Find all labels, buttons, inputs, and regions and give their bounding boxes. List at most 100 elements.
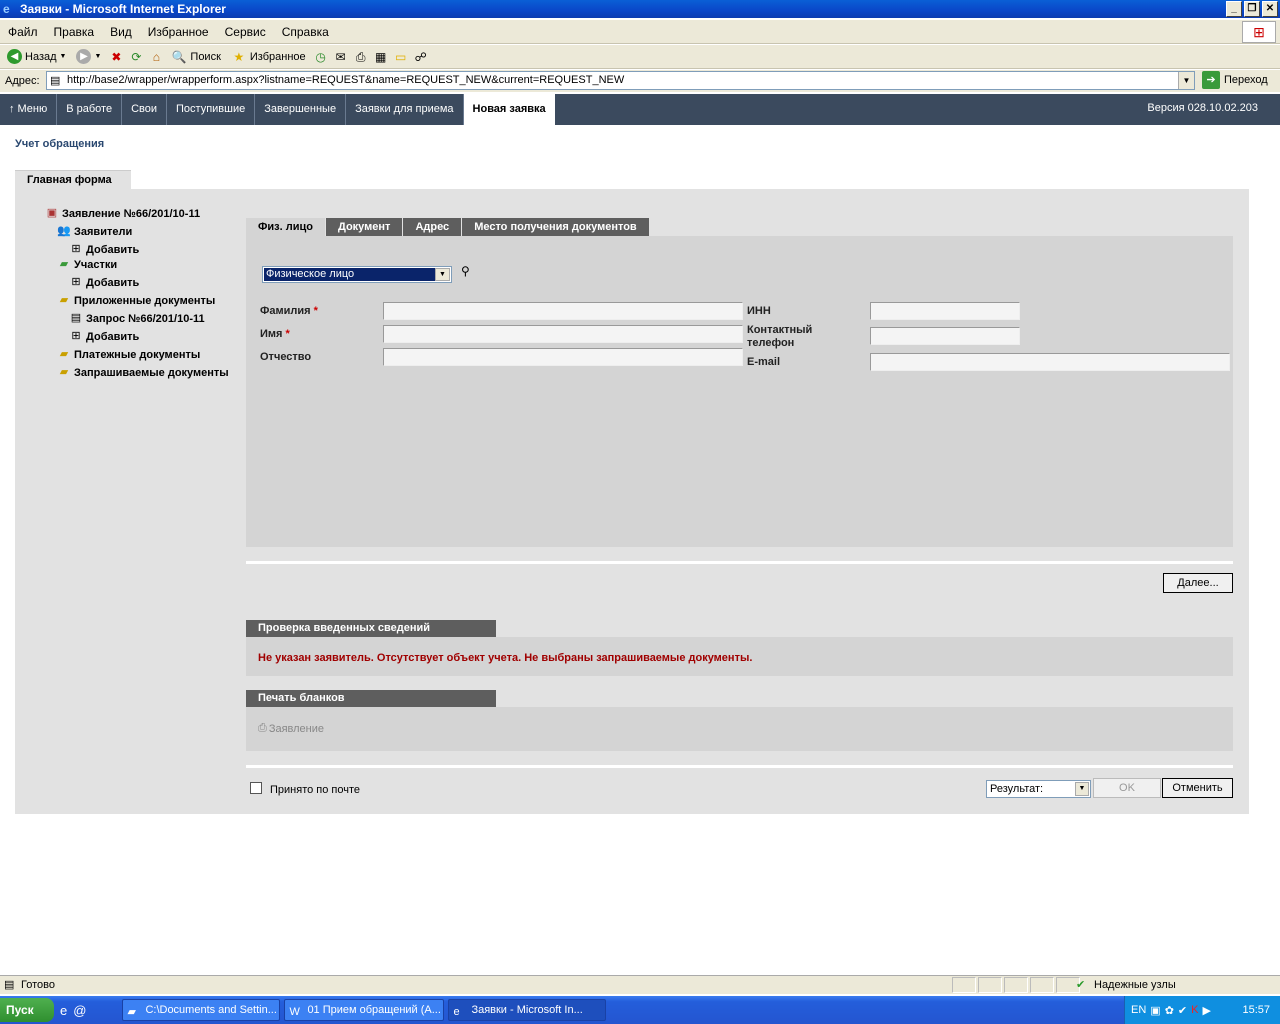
tree-parcels[interactable]: ▰ Участки [56, 258, 117, 271]
nav-in-work[interactable]: В работе [57, 94, 123, 125]
patronymic-input[interactable] [383, 348, 743, 366]
tree-request-doc[interactable]: ▤ Запрос №66/201/10-11 [68, 312, 205, 325]
tray-app-icon[interactable]: ✿ [1165, 1004, 1174, 1017]
go-button[interactable]: ➔ Переход [1202, 71, 1268, 89]
tree-add-parcel[interactable]: ⊞ Добавить [68, 276, 139, 289]
form-tabs: Физ. лицо Документ Адрес Место получения… [246, 218, 650, 237]
menu-tools[interactable]: Сервис [217, 20, 274, 44]
cancel-button[interactable]: Отменить [1162, 778, 1233, 798]
print-application-link[interactable]: ⎙ Заявление [258, 722, 324, 735]
chevron-down-icon: ▼ [1075, 782, 1089, 796]
go-arrow-icon: ➔ [1202, 71, 1220, 89]
menu-favorites[interactable]: Избранное [140, 20, 217, 44]
maximize-button[interactable]: ❐ [1244, 1, 1260, 17]
safely-remove-icon[interactable]: ✔ [1178, 1004, 1187, 1017]
print-section-title: Печать бланков [246, 690, 496, 707]
nav-completed[interactable]: Завершенные [255, 94, 347, 125]
add-icon: ⊞ [71, 330, 81, 342]
nav-own[interactable]: Свои [122, 94, 168, 125]
messenger-icon[interactable]: ☍ [413, 49, 429, 65]
status-text: Готово [21, 979, 55, 991]
forward-arrow-icon: ▶ [76, 49, 92, 64]
result-select[interactable]: Результат: ▼ [986, 780, 1091, 798]
menu-bar: Файл Правка Вид Избранное Сервис Справка [0, 20, 1280, 44]
name-label: Имя * [260, 328, 290, 340]
nav-new-request[interactable]: Новая заявка [463, 94, 555, 125]
windows-logo-icon: ⊞ [1242, 21, 1276, 43]
magnifier-icon[interactable]: ⚲ [461, 264, 470, 278]
nav-menu[interactable]: ↑ Меню [0, 94, 58, 125]
surname-input[interactable] [383, 302, 743, 320]
home-icon[interactable]: ⌂ [148, 49, 164, 65]
email-input[interactable] [870, 353, 1230, 371]
menu-file[interactable]: Файл [0, 20, 46, 44]
tab-individual[interactable]: Физ. лицо [246, 218, 325, 237]
task-explorer[interactable]: ▰ C:\Documents and Settin... [122, 999, 281, 1021]
person-type-value: Физическое лицо [264, 268, 436, 281]
nav-for-reception[interactable]: Заявки для приема [346, 94, 464, 125]
minimize-button[interactable]: _ [1226, 1, 1242, 17]
menu-edit[interactable]: Правка [46, 20, 103, 44]
people-icon: 👥 [57, 225, 71, 237]
page-icon: ▤ [50, 75, 61, 87]
taskbar: Пуск e @ ▰ C:\Documents and Settin... W 01… [0, 996, 1280, 1024]
forward-button[interactable]: ▶ ▼ [73, 49, 104, 64]
vertical-scrollbar[interactable] [1264, 125, 1280, 973]
tree-requested-docs[interactable]: ▰ Запрашиваемые документы [56, 366, 229, 379]
tab-document[interactable]: Документ [325, 218, 403, 236]
window-titlebar: e Заявки - Microsoft Internet Explorer _… [0, 0, 1280, 18]
browser-toolbar: ◀ Назад ▼ ▶ ▼ ✖ ⟳ ⌂ 🔍 Поиск ★ Избранное ◷ ✉ ⎙… [0, 45, 1280, 69]
folder-icon: ▰ [59, 294, 69, 306]
tab-delivery-place[interactable]: Место получения документов [462, 218, 649, 236]
task-word[interactable]: W 01 Прием обращений (А... [284, 999, 445, 1021]
refresh-icon[interactable]: ⟳ [128, 49, 144, 65]
menu-help[interactable]: Справка [274, 20, 337, 44]
mail-icon[interactable]: ✉ [333, 49, 349, 65]
tree-applicants[interactable]: 👥 Заявители [56, 225, 132, 238]
discuss-icon[interactable]: ▭ [393, 49, 409, 65]
name-input[interactable] [383, 325, 743, 343]
task-ie[interactable]: e Заявки - Microsoft In... [448, 999, 607, 1021]
version-label: Версия 028.10.02.203 [1147, 102, 1258, 114]
tree-add-doc[interactable]: ⊞ Добавить [68, 330, 139, 343]
tree-root[interactable]: ▣ Заявление №66/201/10-11 [44, 207, 200, 220]
ok-button[interactable]: OK [1093, 778, 1161, 798]
next-button[interactable]: Далее... [1163, 573, 1233, 593]
favorites-button[interactable]: ★ Избранное [228, 49, 309, 65]
edit-icon[interactable]: ▦ [373, 49, 389, 65]
status-bar: ▤ Готово ✔ Надежные узлы [0, 975, 1280, 994]
close-button[interactable]: ✕ [1262, 1, 1278, 17]
address-dropdown-icon[interactable]: ▼ [1178, 72, 1194, 89]
menu-view[interactable]: Вид [102, 20, 140, 44]
phone-input[interactable] [870, 327, 1020, 345]
validation-message: Не указан заявитель. Отсутствует объект … [258, 652, 753, 664]
back-button[interactable]: ◀ Назад ▼ [4, 49, 69, 64]
ie-quicklaunch-icon[interactable]: e [60, 1003, 67, 1018]
received-by-mail-label: Принято по почте [270, 784, 361, 796]
antivirus-icon[interactable]: K [1191, 1004, 1198, 1016]
address-input[interactable]: ▤ http://base2/wrapper/wrapperform.aspx?… [46, 71, 1195, 90]
folder-icon: ▰ [59, 366, 69, 378]
network-icon[interactable]: ▣ [1150, 1004, 1160, 1017]
stop-icon[interactable]: ✖ [108, 49, 124, 65]
print-icon[interactable]: ⎙ [353, 49, 369, 65]
search-button[interactable]: 🔍 Поиск [168, 49, 223, 65]
history-icon[interactable]: ◷ [313, 49, 329, 65]
media-icon[interactable]: ▶ [1202, 1004, 1210, 1017]
app-nav: ↑ Меню В работе Свои Поступившие Завершен… [0, 94, 1280, 125]
inn-input[interactable] [870, 302, 1020, 320]
language-indicator[interactable]: EN [1131, 1004, 1146, 1016]
received-by-mail-checkbox[interactable] [250, 782, 262, 794]
tree-payment-docs[interactable]: ▰ Платежные документы [56, 348, 200, 361]
tree-attached-docs[interactable]: ▰ Приложенные документы [56, 294, 216, 307]
person-type-select[interactable]: Физическое лицо ▼ [262, 266, 452, 283]
application-icon: ▣ [46, 207, 58, 219]
tree-add-applicant[interactable]: ⊞ Добавить [68, 243, 139, 256]
outlook-quicklaunch-icon[interactable]: @ [73, 1003, 86, 1018]
tab-main-form[interactable]: Главная форма [15, 170, 131, 190]
email-label: E-mail [747, 356, 781, 368]
surname-label: Фамилия * [260, 305, 318, 317]
tab-address[interactable]: Адрес [403, 218, 462, 236]
nav-incoming[interactable]: Поступившие [167, 94, 256, 125]
start-button[interactable]: Пуск [0, 998, 54, 1022]
